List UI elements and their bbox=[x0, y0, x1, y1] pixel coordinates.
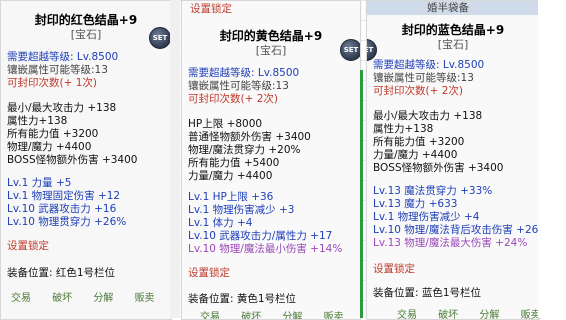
tab-trade[interactable]: 交易 bbox=[200, 312, 220, 319]
skill-line: Lv.1 物理固定伤害 +12 bbox=[7, 190, 121, 202]
divider-bar bbox=[170, 0, 180, 318]
stat-line: 力量/魔力 +4400 bbox=[188, 170, 273, 182]
skill-line: Lv.10 物理贯穿力 +26% bbox=[7, 216, 127, 228]
header-label: 婚半袋备 bbox=[427, 2, 469, 14]
stat-line: HP上限 +8000 bbox=[188, 118, 263, 130]
skill-line: Lv.10 武器攻击力/属性力 +17 bbox=[188, 230, 333, 242]
skill-line: Lv.1 体力 +4 bbox=[188, 217, 253, 229]
stat-line: 所有能力值 +3200 bbox=[373, 136, 465, 148]
tooltip-yellow-crystal: 设置锁定 封印的黄色结晶+9 [宝石] SET 需要超越等级: Lv.8500 … bbox=[181, 0, 361, 320]
stat-line: 物理/魔法贯穿力 +20% bbox=[188, 144, 301, 156]
tab-destroy[interactable]: 破坏 bbox=[52, 293, 72, 304]
tab-sell[interactable]: 贩卖 bbox=[324, 312, 344, 319]
tab-disassemble[interactable]: 分解 bbox=[479, 310, 499, 319]
skill-line: Lv.1 力量 +5 bbox=[7, 177, 72, 189]
set-lock-label[interactable]: 设置锁定 bbox=[373, 263, 415, 276]
inlay-level: 镶嵌属性可能等级:13 bbox=[373, 72, 474, 84]
stat-line: 属性力+138 bbox=[7, 115, 68, 127]
stat-line: 所有能力值 +3200 bbox=[7, 128, 99, 140]
skill-line: Lv.1 物理伤害减少 +4 bbox=[373, 211, 480, 223]
tooltip-red-crystal: 封印的红色结晶+9 [宝石] SET 需要超越等级: Lv.8500 镶嵌属性可… bbox=[0, 0, 172, 320]
seal-count: 可封印次数(+ 2次) bbox=[373, 85, 464, 97]
skill-line: Lv.13 物理/魔法最大伤害 +24% bbox=[373, 237, 528, 249]
stat-line: BOSS怪物额外伤害 +3400 bbox=[7, 154, 138, 166]
item-type: [宝石] bbox=[70, 28, 102, 41]
skill-line: Lv.1 HP上限 +36 bbox=[188, 191, 274, 203]
skill-line: Lv.13 魔力 +633 bbox=[373, 198, 458, 210]
tooltip-blue-crystal: 婚半袋备 封印的蓝色结晶+9 [宝石] SET 需要超越等级: Lv.8500 … bbox=[366, 0, 540, 320]
tab-sell[interactable]: 贩卖 bbox=[135, 293, 155, 304]
stat-line: 最小/最大攻击力 +138 bbox=[7, 102, 117, 114]
stat-line: 所有能力值 +5400 bbox=[188, 157, 280, 169]
skill-line: Lv.10 物理/魔法背后攻击伤害 +26% bbox=[373, 224, 540, 236]
stat-line: 普通怪物额外伤害 +3400 bbox=[188, 131, 311, 143]
set-lock-label[interactable]: 设置锁定 bbox=[7, 240, 49, 253]
green-divider bbox=[360, 70, 363, 318]
skill-line: Lv.10 武器攻击力 +16 bbox=[7, 203, 117, 215]
set-badge-icon[interactable]: SET bbox=[149, 27, 171, 49]
stat-line: 最小/最大攻击力 +138 bbox=[373, 110, 483, 122]
equip-position: 装备位置: 蓝色1号栏位 bbox=[373, 287, 482, 299]
inlay-level: 镶嵌属性可能等级:13 bbox=[7, 64, 108, 76]
skill-line: Lv.10 物理/魔法最小伤害 +14% bbox=[188, 243, 343, 255]
action-tabs: 交易 破坏 分解 贩卖 bbox=[11, 289, 171, 304]
skill-line: Lv.1 物理伤害减少 +3 bbox=[188, 204, 295, 216]
inlay-level: 镶嵌属性可能等级:13 bbox=[188, 80, 289, 92]
tab-trade[interactable]: 交易 bbox=[11, 293, 31, 304]
item-type: [宝石] bbox=[437, 38, 469, 51]
tab-disassemble[interactable]: 分解 bbox=[282, 312, 302, 319]
equip-position: 装备位置: 黄色1号栏位 bbox=[188, 293, 297, 305]
stat-line: 属性力+138 bbox=[373, 123, 434, 135]
seal-count: 可封印次数(+ 1次) bbox=[7, 77, 98, 89]
tab-trade[interactable]: 交易 bbox=[397, 310, 417, 319]
stat-line: 力量/魔力 +4400 bbox=[373, 149, 458, 161]
equip-position: 装备位置: 红色1号栏位 bbox=[7, 267, 116, 279]
req-level: 需要超越等级: Lv.8500 bbox=[188, 67, 300, 79]
top-set-lock[interactable]: 设置锁定 bbox=[190, 3, 232, 16]
stat-line: BOSS怪物额外伤害 +3400 bbox=[373, 162, 504, 174]
skill-line: Lv.13 魔法贯穿力 +33% bbox=[373, 185, 493, 197]
set-lock-label[interactable]: 设置锁定 bbox=[188, 267, 230, 280]
set-badge-icon[interactable]: SET bbox=[340, 39, 360, 61]
req-level: 需要超越等级: Lv.8500 bbox=[7, 51, 119, 63]
tab-disassemble[interactable]: 分解 bbox=[93, 293, 113, 304]
tab-destroy[interactable]: 破坏 bbox=[241, 312, 261, 319]
stat-line: 物理/魔力 +4400 bbox=[7, 141, 92, 153]
req-level: 需要超越等级: Lv.8500 bbox=[373, 59, 485, 71]
tab-destroy[interactable]: 破坏 bbox=[438, 310, 458, 319]
action-tabs: 交易 破坏 分解 贩卖 bbox=[200, 308, 360, 319]
right-margin bbox=[538, 0, 566, 318]
seal-count: 可封印次数(+ 2次) bbox=[188, 93, 279, 105]
item-type: [宝石] bbox=[255, 44, 287, 57]
